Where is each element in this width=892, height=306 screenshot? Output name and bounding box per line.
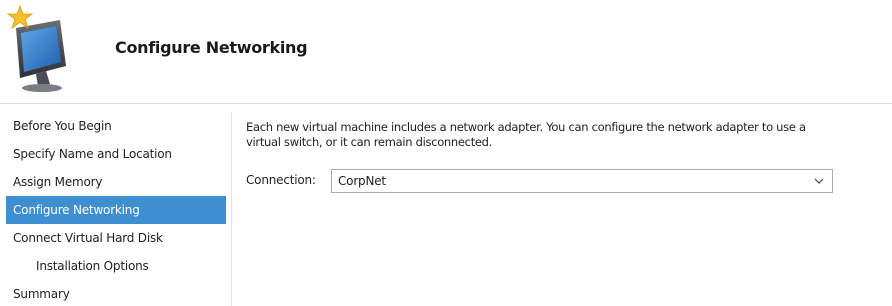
main-content: Each new virtual machine includes a netw… xyxy=(246,112,892,306)
sidebar-item-specify-name-and-location[interactable]: Specify Name and Location xyxy=(6,140,226,168)
chevron-down-icon xyxy=(814,178,824,184)
sidebar-item-connect-virtual-hard-disk[interactable]: Connect Virtual Hard Disk xyxy=(6,224,226,252)
sidebar-item-summary[interactable]: Summary xyxy=(6,280,226,306)
connection-row: Connection: CorpNet xyxy=(246,169,846,193)
sidebar-divider xyxy=(231,112,232,306)
page-title: Configure Networking xyxy=(115,38,308,57)
new-virtual-machine-icon xyxy=(6,4,86,94)
step-description: Each new virtual machine includes a netw… xyxy=(246,120,892,150)
sidebar-item-assign-memory[interactable]: Assign Memory xyxy=(6,168,226,196)
connection-selected-value: CorpNet xyxy=(338,174,386,188)
sidebar-item-before-you-begin[interactable]: Before You Begin xyxy=(6,112,226,140)
sidebar-item-installation-options[interactable]: Installation Options xyxy=(6,252,226,280)
connection-dropdown[interactable]: CorpNet xyxy=(331,169,833,193)
wizard-steps: Before You Begin Specify Name and Locati… xyxy=(6,112,226,306)
wizard-header: Configure Networking xyxy=(0,0,892,100)
description-line: virtual switch, or it can remain disconn… xyxy=(246,135,493,149)
wizard-window: Configure Networking Before You Begin Sp… xyxy=(0,0,892,306)
header-divider xyxy=(0,103,892,104)
description-line: Each new virtual machine includes a netw… xyxy=(246,120,806,134)
sidebar-item-configure-networking[interactable]: Configure Networking xyxy=(6,196,226,224)
connection-label: Connection: xyxy=(246,173,316,187)
